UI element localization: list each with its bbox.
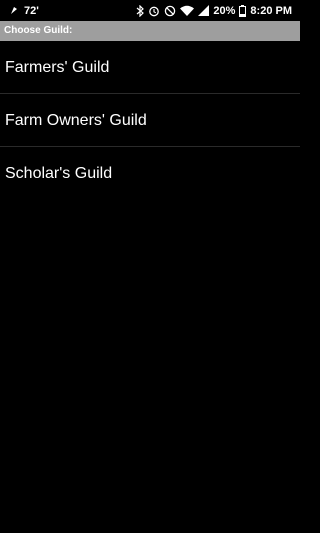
status-bar: 72' 20% 8:20 PM — [0, 0, 300, 21]
battery-percent-text: 20% — [213, 4, 236, 17]
clock-text: 8:20 PM — [250, 4, 292, 17]
bluetooth-icon — [136, 4, 145, 17]
guild-option-scholars[interactable]: Scholar's Guild — [0, 147, 300, 200]
wifi-icon — [180, 5, 195, 16]
guild-option-farm-owners[interactable]: Farm Owners' Guild — [0, 94, 300, 147]
notification-icon — [10, 6, 18, 15]
alarm-icon — [148, 5, 160, 17]
dialog-title: Choose Guild: — [0, 21, 300, 41]
battery-icon — [239, 4, 247, 17]
status-right: 20% 8:20 PM — [136, 4, 292, 17]
do-not-disturb-icon — [164, 5, 176, 17]
temperature-text: 72' — [24, 4, 39, 17]
status-left: 72' — [10, 5, 39, 17]
guild-option-farmers[interactable]: Farmers' Guild — [0, 41, 300, 94]
guild-list: Farmers' Guild Farm Owners' Guild Schola… — [0, 41, 300, 200]
signal-icon — [198, 5, 210, 16]
